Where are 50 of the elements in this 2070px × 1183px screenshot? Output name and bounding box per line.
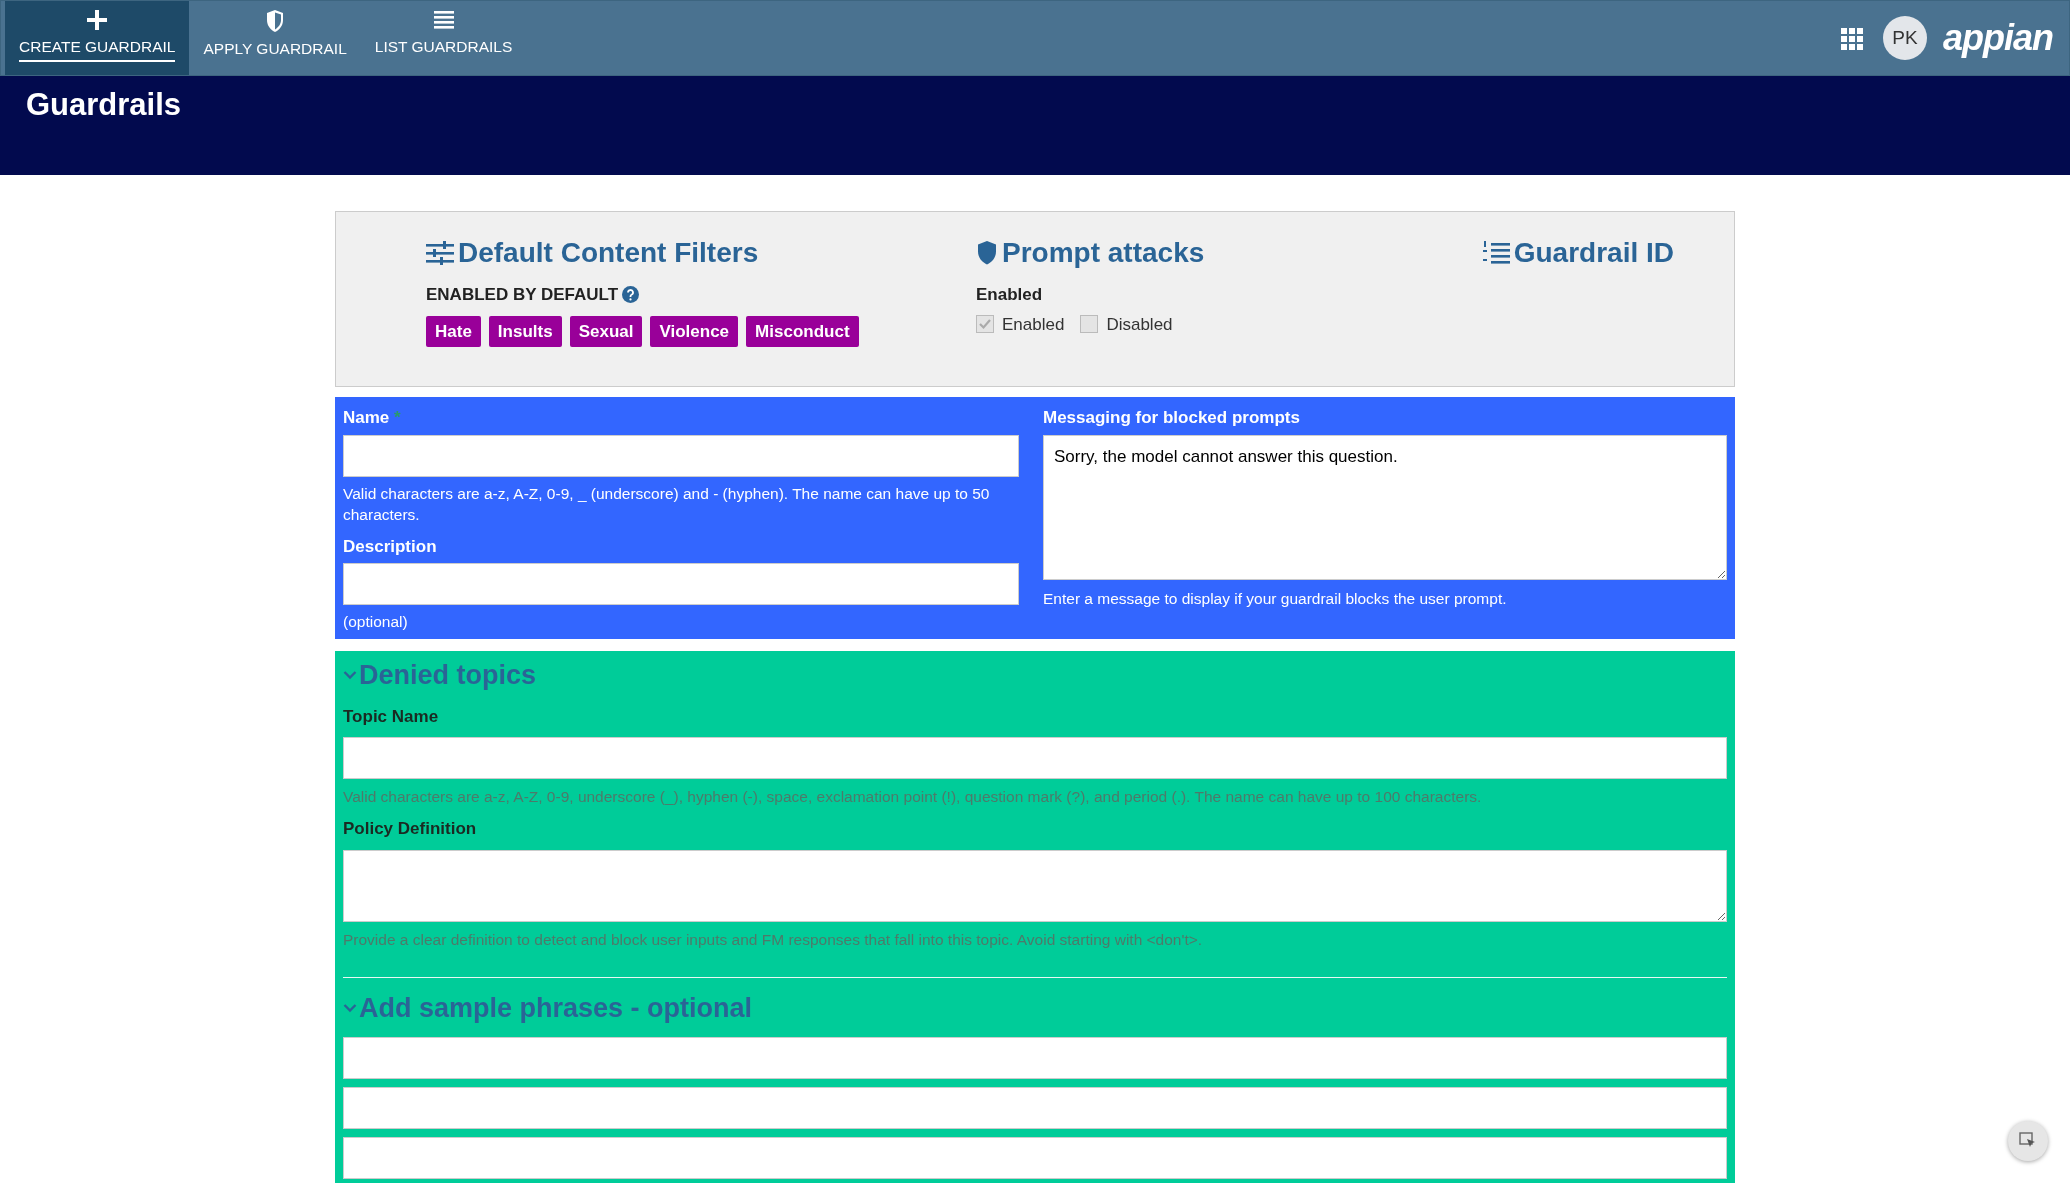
help-text: Enter a message to display if your guardrail blocks the user prompt.: [1043, 588, 1508, 609]
logo: appian: [1943, 16, 2053, 60]
phrase-input[interactable]: [343, 1086, 1727, 1129]
chevron-icon: [343, 1003, 357, 1014]
filter-tag: Misconduct: [746, 315, 859, 347]
field-label: Description: [343, 535, 438, 558]
field-label: Enabled: [976, 284, 1044, 306]
name-input[interactable]: [343, 434, 1019, 477]
checkbox[interactable]: [976, 315, 994, 334]
nav-tab[interactable]: LIST GUARDRAILS: [360, 1, 527, 75]
shield-icon: [976, 240, 998, 266]
help-text: (optional): [343, 612, 409, 633]
checkbox-label: Disabled: [1106, 313, 1173, 336]
topic-name-input[interactable]: [343, 737, 1727, 780]
phrase-input[interactable]: [343, 1036, 1727, 1079]
section-title: Guardrail ID: [1513, 236, 1674, 270]
user-avatar[interactable]: PK: [1883, 16, 1927, 60]
numbered-list-icon: [1481, 240, 1510, 266]
check-icon: [979, 318, 991, 331]
checkbox-label: Enabled: [1002, 313, 1065, 336]
field-label: ENABLED BY DEFAULT: [426, 284, 619, 306]
field-label: Policy Definition: [343, 818, 478, 841]
list-icon: [432, 9, 455, 31]
section-toggle[interactable]: Denied topics: [343, 655, 537, 696]
section-title: Prompt attacks: [1002, 236, 1205, 270]
filter-tag: Insults: [488, 315, 562, 347]
phrase-input[interactable]: [343, 1136, 1727, 1179]
chevron-icon: [343, 670, 357, 681]
field-label: Messaging for blocked prompts: [1043, 407, 1301, 429]
plus-icon: [86, 9, 109, 31]
field-label: Topic Name: [343, 705, 440, 728]
cursor-select-icon[interactable]: [2008, 1121, 2048, 1161]
filter-tag: Hate: [426, 315, 481, 347]
checkbox[interactable]: [1080, 315, 1099, 334]
sliders-icon: [426, 241, 454, 265]
field-label: Name *: [343, 407, 402, 429]
policy-textarea[interactable]: [343, 849, 1727, 922]
page-title: Guardrails: [26, 86, 183, 124]
filter-tag: Sexual: [569, 315, 643, 347]
message-textarea[interactable]: Sorry, the model cannot answer this question.: [1043, 434, 1727, 580]
nav-tab[interactable]: CREATE GUARDRAIL: [5, 1, 190, 75]
filter-tag: Violence: [650, 315, 739, 347]
shield-icon: [265, 9, 286, 33]
description-input[interactable]: [343, 563, 1019, 606]
help-text: Valid characters are a-z, A-Z, 0-9, underscore (_), hyphen (-), space, exclamation point (!), question mark (?), and period (.). The name can have up to 100 characters.: [343, 787, 1483, 808]
help-text: Provide a clear definition to detect and block user inputs and FM responses that fall into this topic. Avoid starting with <don't>.: [343, 929, 1204, 950]
section-toggle[interactable]: Add sample phrases - optional: [343, 988, 753, 1029]
section-title: Default Content Filters: [458, 236, 759, 270]
nav-tab[interactable]: APPLY GUARDRAIL: [189, 1, 361, 75]
help-text: Valid characters are a-z, A-Z, 0-9, _ (underscore) and - (hyphen). The name can have up to 50 characters.: [343, 483, 991, 526]
